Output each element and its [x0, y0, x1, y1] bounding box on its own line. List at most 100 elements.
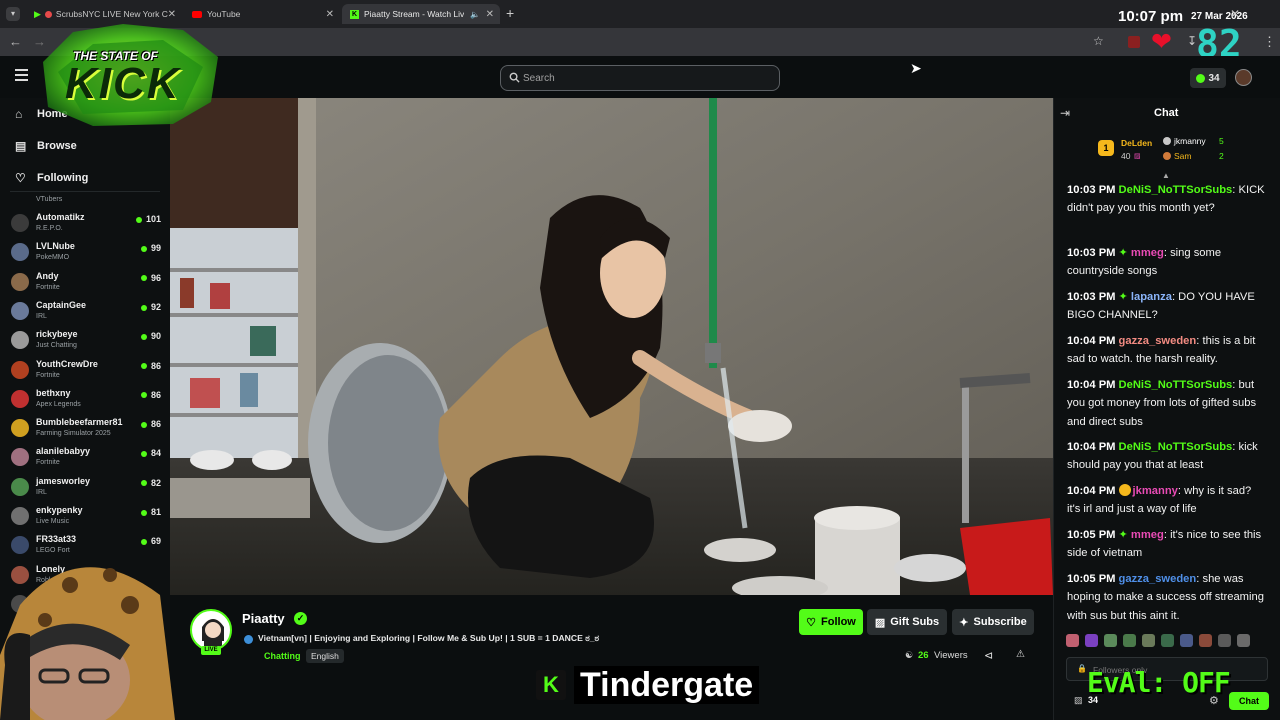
sidebar-followed-channel[interactable]: LVLNube PokeMMO 99	[11, 240, 161, 268]
message-username[interactable]: lapanza	[1131, 291, 1172, 303]
message-username[interactable]: DeNiS_NoTTSorSubs	[1119, 379, 1233, 391]
sidebar-item-browse[interactable]: ▤ Browse	[15, 139, 77, 153]
new-tab-button[interactable]: +	[506, 5, 514, 21]
channel-category: IRL	[36, 312, 47, 320]
tab-title: YouTube	[207, 9, 241, 19]
sidebar-followed-channel[interactable]: Bumblebeefarmer81 Farming Simulator 2025 8…	[11, 416, 161, 444]
emote-icon[interactable]	[1085, 634, 1098, 647]
subscribe-button[interactable]: ✦ Subscribe	[952, 609, 1034, 635]
channel-name: bethxny	[36, 387, 71, 398]
sidebar-followed-channel[interactable]: Andy Fortnite 96	[11, 270, 161, 298]
tab-piaatty[interactable]: K Piaatty Stream - Watch Live 🔈 ✕	[342, 4, 500, 24]
sidebar-followed-channel[interactable]: bethxny Apex Legends 86	[11, 387, 161, 415]
chat-message: 10:03 PM ✦ lapanza: DO YOU HAVE BIGO CHANN…	[1067, 288, 1267, 325]
sidebar-followed-channel[interactable]: Automatikz R.E.P.O. 101	[11, 211, 161, 239]
sidebar-followed-channel[interactable]: rickybeye Just Chatting 90	[11, 328, 161, 356]
sidebar-followed-channel[interactable]: jamesworley IRL 82	[11, 475, 161, 503]
sidebar-item-following[interactable]: ♡ Following	[15, 171, 88, 185]
report-icon[interactable]: ⚠	[1016, 649, 1025, 660]
share-icon[interactable]: ⊲	[984, 649, 993, 662]
channel-name[interactable]: Piaatty	[242, 611, 285, 626]
message-username[interactable]: jkmanny	[1133, 485, 1178, 497]
chat-message: 10:04 PM gazza_sweden: this is a bit sad …	[1067, 332, 1267, 369]
channel-name: enkypenky	[36, 505, 83, 515]
video-player[interactable]	[170, 98, 1053, 595]
message-timestamp: 10:04 PM	[1067, 441, 1116, 453]
viewer-count: 82	[141, 478, 161, 488]
channel-name: CaptainGee	[36, 299, 87, 310]
overlay-clock: 10:07 pm	[1118, 8, 1184, 25]
category-link[interactable]: Chatting	[264, 651, 301, 661]
emote-icon[interactable]	[1199, 634, 1212, 647]
tab-scrubsnyc[interactable]: ▶ ScrubsNYC LIVE New York C ✕	[26, 4, 182, 24]
emote-icon[interactable]	[1123, 634, 1136, 647]
channel-avatar	[11, 507, 29, 525]
lock-icon: 🔒	[1077, 664, 1087, 673]
sidebar-followed-channel[interactable]: alanilebabyy Fortnite 84	[11, 445, 161, 473]
channel-avatar[interactable]	[190, 609, 232, 651]
search-input[interactable]: Search	[500, 65, 780, 91]
window-close-icon[interactable]: ✕	[1230, 7, 1240, 21]
leader-name: DeLden	[1121, 138, 1153, 148]
close-tab-icon[interactable]: ✕	[326, 9, 334, 20]
viewer-count: 99	[141, 243, 161, 253]
emote-icon[interactable]	[1066, 634, 1079, 647]
speaker-icon[interactable]: 🔈	[470, 10, 480, 19]
viewer-count: 26	[918, 650, 929, 661]
points-badge[interactable]: 34	[1190, 68, 1226, 88]
channel-avatar	[11, 448, 29, 467]
follow-button[interactable]: ♡ Follow	[799, 609, 863, 635]
emote-icon[interactable]	[1161, 634, 1174, 647]
viewer-count: 86	[141, 361, 161, 371]
close-tab-icon[interactable]: ✕	[486, 9, 494, 20]
message-username[interactable]: DeNiS_NoTTSorSubs	[1119, 441, 1233, 453]
message-timestamp: 10:04 PM	[1067, 379, 1116, 391]
channel-category: Fortnite	[36, 459, 60, 467]
stream-title: Vietnam[vn] | Enjoying and Exploring | F…	[258, 633, 600, 643]
record-icon	[44, 10, 52, 18]
message-username[interactable]: gazza_sweden	[1119, 335, 1197, 347]
sidebar-followed-channel[interactable]: enkypenky Live Music 81	[11, 504, 161, 532]
message-username[interactable]: mmeg	[1131, 529, 1164, 541]
back-icon[interactable]: ←	[9, 34, 22, 49]
hamburger-menu-icon[interactable]	[15, 69, 28, 81]
gift-subs-button[interactable]: ▨ Gift Subs	[867, 609, 947, 635]
emote-icon[interactable]	[1180, 634, 1193, 647]
message-username[interactable]: gazza_sweden	[1119, 573, 1197, 585]
emote-bar	[1066, 634, 1270, 648]
sidebar-divider	[10, 191, 160, 192]
send-chat-button[interactable]: Chat	[1229, 692, 1269, 710]
channel-avatar	[11, 477, 29, 496]
extension-icon[interactable]	[1128, 36, 1140, 48]
gift-label: Gift Subs	[890, 616, 940, 628]
sidebar-followed-channel[interactable]: YouthCrewDre Fortnite 86	[11, 358, 161, 386]
user-avatar[interactable]	[1235, 69, 1252, 86]
browse-icon: ▤	[15, 139, 27, 153]
chat-message: 10:04 PM DeNiS_NoTTSorSubs: but you got m…	[1067, 376, 1267, 431]
emote-icon[interactable]	[1218, 634, 1231, 647]
bookmark-star-icon[interactable]: ☆	[1093, 34, 1104, 48]
viewer-count: 92	[141, 302, 161, 312]
sidebar-followed-channel[interactable]: CaptainGee IRL 92	[11, 299, 161, 327]
viewers-icon: ☯	[905, 650, 914, 660]
close-tab-icon[interactable]: ✕	[168, 9, 176, 20]
gifter-leaderboard: 1 DeLden 40 ▨ jkmanny 5 Sam 2	[1094, 134, 1264, 168]
browser-menu-icon[interactable]: ⋮	[1263, 34, 1276, 50]
gift-icon: ▨	[1134, 153, 1141, 160]
language-tag[interactable]: English	[306, 649, 344, 663]
collapse-chat-icon[interactable]: ⇥	[1060, 106, 1070, 120]
message-username[interactable]: DeNiS_NoTTSorSubs	[1119, 184, 1233, 196]
channel-category: IRL	[36, 488, 47, 496]
points-value: 34	[1208, 72, 1220, 84]
emote-icon[interactable]	[1104, 634, 1117, 647]
tab-list-dropdown-icon[interactable]: ▾	[6, 7, 20, 21]
channel-avatar	[11, 419, 29, 438]
emote-icon[interactable]	[1237, 634, 1250, 647]
streamer-webcam	[0, 545, 190, 720]
emote-icon[interactable]	[1142, 634, 1155, 647]
heart-icon: ❤	[1151, 28, 1172, 56]
tab-youtube[interactable]: YouTube ✕	[184, 4, 340, 24]
message-username[interactable]: mmeg	[1131, 247, 1164, 259]
leader-amount: 5	[1219, 136, 1224, 146]
chat-message: 10:03 PM DeNiS_NoTTSorSubs: KICK didn't p…	[1067, 181, 1267, 218]
